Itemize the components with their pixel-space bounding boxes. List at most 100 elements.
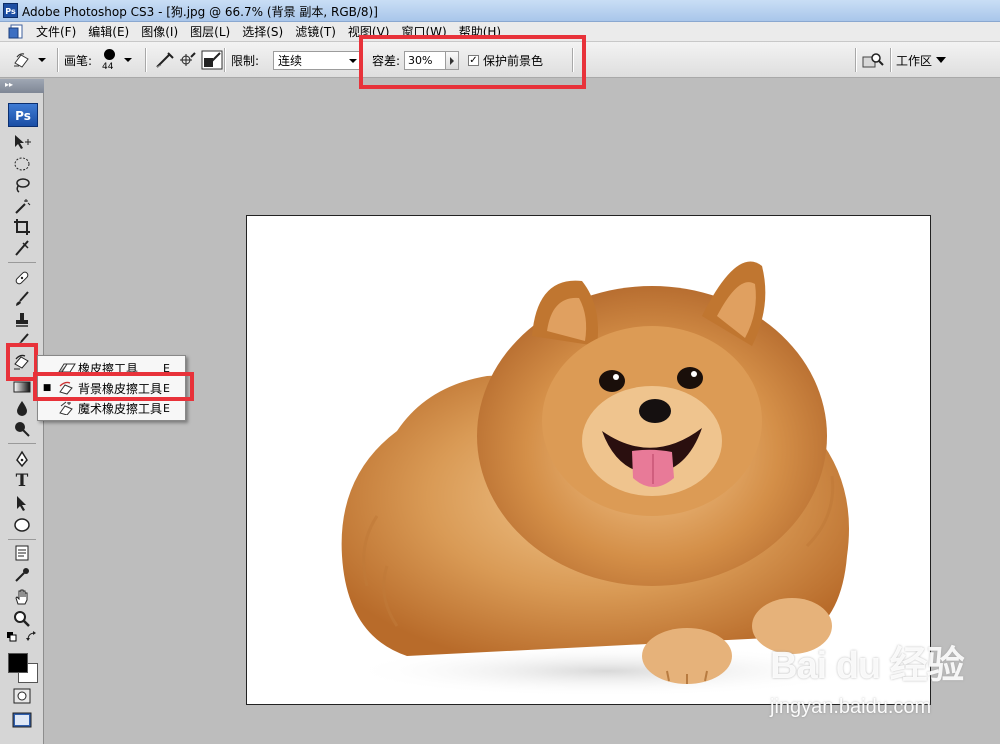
flyout-item-label: 魔术橡皮擦工具: [78, 401, 163, 416]
magic-wand-tool[interactable]: [11, 196, 33, 216]
zoom-tool[interactable]: [11, 609, 33, 629]
document-menu-icon[interactable]: [8, 24, 24, 40]
photoshop-app-icon: Ps: [3, 3, 18, 18]
menu-view[interactable]: 视图(V): [342, 24, 396, 40]
limit-select[interactable]: 连续: [273, 51, 361, 70]
screen-mode-icon: [12, 712, 32, 728]
menu-filter[interactable]: 滤镜(T): [289, 24, 342, 40]
watermark-logo: Bai du 经验: [770, 645, 965, 687]
divider: [855, 48, 856, 72]
brush-size: 44: [102, 62, 114, 72]
notes-tool[interactable]: [11, 543, 33, 563]
brush-icon: [16, 291, 29, 306]
options-bar: 画笔: 44 限制: 连续 容差: 30% ✓ 保护前景色 工作区: [0, 42, 1000, 78]
menu-layer[interactable]: 图层(L): [184, 24, 236, 40]
dodge-icon: [15, 422, 30, 437]
eraser-tools-flyout: 橡皮擦工具 E ■ 背景橡皮擦工具 E 魔术橡皮擦工具 E: [37, 355, 186, 421]
flyout-item-background-eraser[interactable]: ■ 背景橡皮擦工具 E: [38, 378, 185, 398]
background-eraser-icon: [14, 354, 29, 370]
default-colors-button[interactable]: [6, 631, 18, 643]
healing-brush-tool[interactable]: [11, 268, 33, 288]
limit-select-value: 连续: [278, 54, 303, 68]
tool-group-divider: [8, 262, 36, 263]
shortcut-key: E: [163, 361, 170, 375]
flyout-item-magic-eraser[interactable]: 魔术橡皮擦工具 E: [38, 398, 185, 418]
eyedropper-tool[interactable]: [11, 565, 33, 585]
menu-bar: 文件(F) 编辑(E) 图像(I) 图层(L) 选择(S) 滤镜(T) 视图(V…: [0, 22, 1000, 42]
marquee-tool[interactable]: [11, 154, 33, 174]
move-tool[interactable]: [11, 132, 33, 152]
pen-tool[interactable]: [11, 449, 33, 469]
shortcut-key: E: [163, 381, 170, 395]
menu-select[interactable]: 选择(S): [236, 24, 289, 40]
expand-arrows-icon: ▸▸: [5, 80, 14, 89]
baidu-jingyan-watermark: Bai du 经验 jingyan.baidu.com: [770, 634, 980, 724]
flyout-item-eraser[interactable]: 橡皮擦工具 E: [38, 358, 185, 378]
sampling-continuous-icon[interactable]: [155, 51, 175, 69]
chevron-down-icon: [38, 58, 46, 62]
dodge-tool[interactable]: [11, 419, 33, 439]
crop-icon: [14, 219, 30, 235]
menu-help[interactable]: 帮助(H): [453, 24, 507, 40]
shape-tool[interactable]: [11, 515, 33, 535]
file-browser-button[interactable]: [862, 42, 884, 78]
blur-tool[interactable]: [11, 398, 33, 418]
foreground-color-swatch[interactable]: [8, 653, 28, 673]
lasso-tool[interactable]: [11, 175, 33, 195]
menu-file[interactable]: 文件(F): [30, 24, 82, 40]
magic-eraser-icon: [59, 401, 73, 415]
pen-icon: [16, 450, 28, 468]
gradient-icon: [13, 381, 31, 393]
gradient-tool[interactable]: [11, 377, 33, 397]
brush-picker[interactable]: 44: [100, 42, 132, 78]
hand-tool[interactable]: [11, 587, 33, 607]
tolerance-input[interactable]: 30%: [404, 51, 446, 70]
type-tool[interactable]: T: [11, 471, 33, 491]
workspace-button[interactable]: 工作区: [896, 49, 947, 71]
menu-window[interactable]: 窗口(W): [395, 24, 452, 40]
watermark-url: jingyan.baidu.com: [770, 696, 932, 718]
lasso-icon: [16, 178, 30, 193]
limit-label: 限制:: [231, 53, 260, 68]
menu-image[interactable]: 图像(I): [135, 24, 184, 40]
swap-colors-button[interactable]: [26, 631, 38, 643]
hand-icon: [15, 589, 28, 605]
divider: [572, 48, 573, 72]
background-eraser-icon: [14, 53, 29, 68]
toolbox-grip[interactable]: ▸▸: [0, 79, 44, 93]
triangle-down-icon: [936, 57, 947, 63]
chevron-down-icon: [124, 58, 132, 62]
menu-edit[interactable]: 编辑(E): [82, 24, 135, 40]
tolerance-label: 容差:: [372, 53, 401, 68]
divider: [890, 48, 891, 72]
sampling-background-swatch-icon[interactable]: [201, 50, 223, 70]
photoshop-logo[interactable]: Ps: [8, 103, 38, 127]
selection-bullet: ■: [42, 383, 52, 393]
sampling-once-icon[interactable]: [179, 51, 197, 69]
eraser-tool[interactable]: [11, 352, 33, 372]
tolerance-slider-button[interactable]: [446, 51, 459, 70]
path-selection-tool[interactable]: [11, 493, 33, 513]
brush-tool[interactable]: [11, 289, 33, 309]
quick-mask-button[interactable]: [11, 686, 33, 706]
slice-tool[interactable]: [11, 238, 33, 258]
eyedropper-icon: [15, 568, 29, 582]
ellipse-shape-icon: [14, 518, 30, 532]
protect-foreground-checkbox[interactable]: ✓: [468, 55, 479, 66]
brush-label: 画笔:: [64, 53, 93, 68]
divider: [145, 48, 146, 72]
healing-brush-icon: [15, 271, 29, 285]
history-brush-tool[interactable]: [11, 331, 33, 351]
document-canvas[interactable]: [246, 215, 931, 705]
clone-stamp-tool[interactable]: [11, 310, 33, 330]
crop-tool[interactable]: [11, 217, 33, 237]
notes-icon: [15, 545, 29, 561]
flyout-item-label: 橡皮擦工具: [78, 361, 139, 376]
screen-mode-button[interactable]: [11, 710, 33, 730]
move-tool-icon: [15, 135, 31, 149]
background-eraser-icon: [59, 381, 73, 395]
slice-icon: [15, 240, 29, 256]
tool-preset-picker[interactable]: [12, 42, 46, 78]
flyout-item-label: 背景橡皮擦工具: [78, 381, 163, 396]
title-bar: Ps Adobe Photoshop CS3 - [狗.jpg @ 66.7% …: [0, 0, 1000, 22]
